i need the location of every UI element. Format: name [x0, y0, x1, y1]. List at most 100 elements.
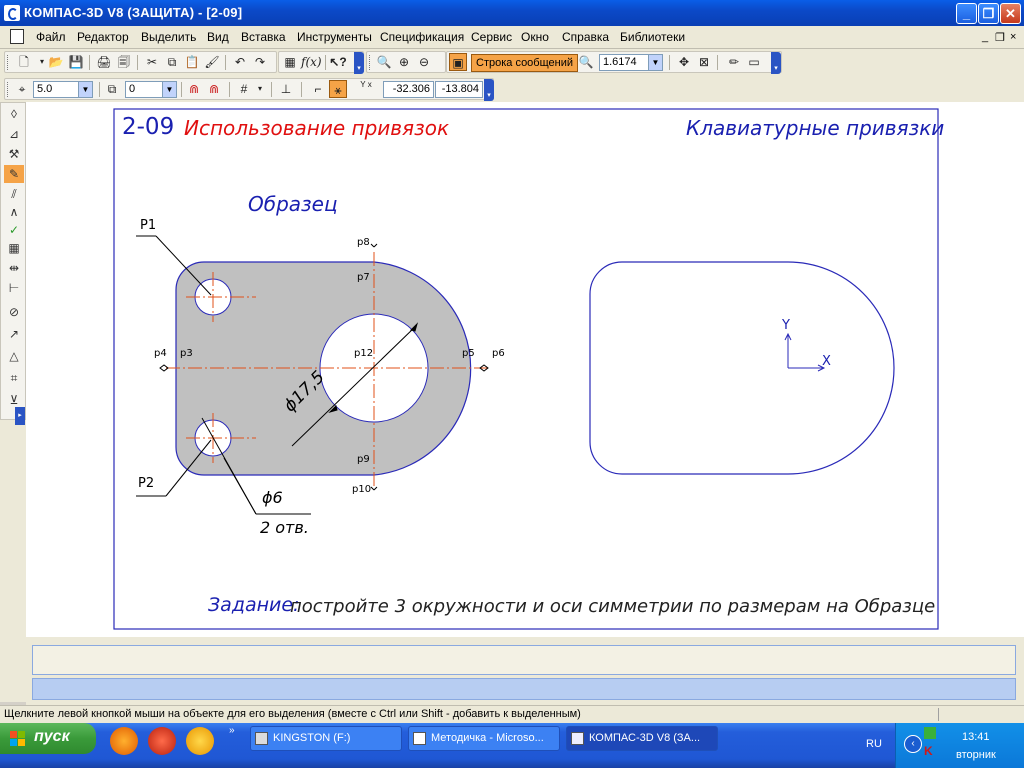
frame-icon[interactable]: ⌗	[4, 369, 24, 387]
horizontal-dim-icon[interactable]: ⊢	[4, 279, 24, 297]
open-folder-icon[interactable]: 📂	[47, 53, 65, 71]
function-icon[interactable]: f(x)	[301, 53, 322, 71]
refresh-image-icon[interactable]: ✏	[725, 53, 743, 71]
coord-y-field[interactable]: -13.804	[435, 81, 483, 98]
grid-dropdown-icon[interactable]: ▾	[251, 80, 269, 98]
tray-kaspersky-icon[interactable]: K	[924, 745, 936, 757]
toolbar-row-1: 🗋 ▾ 📂 💾 🖨 🗐 ✂ ⧉ 📋 🖌 ↶ ↷ ▦ f(x) ↖? ▾ 🔍 ⊕ …	[0, 49, 1024, 76]
measure-icon[interactable]: ⫽	[4, 185, 24, 203]
select-icon[interactable]: ✓	[4, 221, 24, 239]
doc-restore-button[interactable]: ❐	[995, 31, 1005, 44]
language-indicator[interactable]: RU	[866, 738, 882, 750]
cursor-step-combo[interactable]: 5.0 ▼	[33, 81, 93, 98]
menu-libraries[interactable]: Библиотеки	[620, 30, 685, 44]
local-cs-icon[interactable]: ⊥	[277, 80, 295, 98]
doc-minimize-button[interactable]: _	[982, 31, 988, 43]
menu-insert[interactable]: Вставка	[241, 30, 286, 44]
quicklaunch-bolt-icon[interactable]	[186, 727, 214, 755]
layer-icon[interactable]: ⧉	[103, 80, 121, 98]
toolbar-row-2: ⌖ 5.0 ▼ ⧉ 0 ▼ ⋒ ⋒ # ▾ ⊥ ⌐ ⚹ Y x -32.306 …	[0, 76, 1024, 102]
message-line-icon[interactable]: ▣	[449, 53, 467, 71]
calculator-icon[interactable]: ▦	[281, 53, 299, 71]
menu-service[interactable]: Сервис	[471, 30, 512, 44]
minimize-button[interactable]: _	[956, 3, 977, 24]
toolbar-options-icon[interactable]: ▾	[484, 79, 494, 101]
point-label-p2: P2	[138, 476, 155, 491]
snap-magnet-icon[interactable]: ⋒	[185, 80, 203, 98]
radial-dim-icon[interactable]: ↗	[4, 325, 24, 343]
show-all-icon[interactable]: ⊠	[695, 53, 713, 71]
tray-network-icon[interactable]	[924, 727, 936, 739]
menu-view[interactable]: Вид	[207, 30, 229, 44]
quicklaunch-more-icon[interactable]: »	[229, 725, 235, 736]
angle-icon[interactable]: ∧	[4, 203, 24, 221]
menu-help[interactable]: Справка	[562, 30, 609, 44]
document-icon[interactable]	[10, 29, 24, 44]
quicklaunch-app-icon[interactable]	[148, 727, 176, 755]
point-label-p5: p5	[462, 348, 475, 359]
circle-dim-icon[interactable]: ⊘	[4, 303, 24, 321]
task-kompas[interactable]: КОМПАС-3D V8 (ЗА...	[566, 726, 718, 751]
snap-tools-icon[interactable]: ✎	[4, 165, 24, 183]
undo-icon[interactable]: ↶	[231, 53, 249, 71]
menu-file[interactable]: Файл	[36, 30, 66, 44]
display-options-icon[interactable]: ▭	[745, 53, 763, 71]
new-file-icon[interactable]: 🗋	[15, 53, 33, 71]
dimensions-icon[interactable]: ⊿	[4, 125, 24, 143]
task-kingston[interactable]: KINGSTON (F:)	[250, 726, 402, 751]
spec-icon[interactable]: ▦	[4, 239, 24, 257]
redo-icon[interactable]: ↷	[251, 53, 269, 71]
message-line-button[interactable]: Строка сообщений	[471, 54, 579, 72]
clock-time[interactable]: 13:41	[962, 731, 990, 743]
ortho-mode-icon[interactable]: ⌐	[309, 80, 327, 98]
chevron-down-icon[interactable]: ▼	[162, 82, 176, 97]
zoom-out-icon[interactable]: ⊖	[415, 53, 433, 71]
paste-icon[interactable]: 📋	[183, 53, 201, 71]
cursor-step-icon[interactable]: ⌖	[13, 80, 31, 98]
toolbar-options-icon[interactable]: ▾	[771, 52, 781, 74]
properties-panel[interactable]	[32, 645, 1016, 675]
chevron-down-icon[interactable]: ▼	[78, 82, 92, 97]
menu-editor[interactable]: Редактор	[77, 30, 129, 44]
zoom-scale-icon[interactable]: 🔍	[577, 53, 595, 71]
menu-window[interactable]: Окно	[521, 30, 549, 44]
quicklaunch-autocad-icon[interactable]	[110, 727, 138, 755]
doc-close-button[interactable]: ×	[1010, 31, 1016, 43]
status-bar: Щелкните левой кнопкой мыши на объекте д…	[0, 705, 1024, 724]
kompas-app-icon[interactable]	[4, 5, 20, 21]
tray-expand-icon[interactable]: ‹	[904, 735, 922, 753]
menu-select[interactable]: Выделить	[141, 30, 196, 44]
point-label-p12: p12	[354, 348, 374, 359]
menu-specification[interactable]: Спецификация	[380, 30, 464, 44]
drawing-area[interactable]: 2-09 Использование привязок Клавиатурные…	[26, 102, 1024, 637]
parametric-mode-icon[interactable]: ⚹	[329, 80, 347, 98]
print-preview-icon[interactable]: 🗐	[115, 53, 133, 71]
pan-icon[interactable]: ✥	[675, 53, 693, 71]
chevron-down-icon[interactable]: ▼	[648, 55, 662, 70]
zoom-in-icon[interactable]: ⊕	[395, 53, 413, 71]
save-icon[interactable]: 💾	[67, 53, 85, 71]
help-pointer-icon[interactable]: ↖?	[329, 53, 347, 71]
zoom-window-icon[interactable]: 🔍	[375, 53, 393, 71]
start-button[interactable]: пуск	[0, 723, 96, 754]
task-kingston-label: KINGSTON (F:)	[273, 732, 351, 744]
toolbar-options-icon[interactable]: ▾	[354, 52, 364, 74]
print-icon[interactable]: 🖨	[95, 53, 113, 71]
format-painter-icon[interactable]: 🖌	[203, 53, 221, 71]
geometry-icon[interactable]: ◊	[4, 105, 24, 123]
local-snap-icon[interactable]: ⋒	[205, 80, 223, 98]
angular-dim-icon[interactable]: △	[4, 347, 24, 365]
layer-combo[interactable]: 0 ▼	[125, 81, 177, 98]
special-control-panel[interactable]	[32, 678, 1016, 700]
linear-dim-icon[interactable]: ⇹	[4, 259, 24, 277]
coord-x-field[interactable]: -32.306	[383, 81, 434, 98]
close-button[interactable]: ✕	[1000, 3, 1021, 24]
menu-tools[interactable]: Инструменты	[297, 30, 372, 44]
cut-icon[interactable]: ✂	[143, 53, 161, 71]
task-word-doc[interactable]: Методичка - Microso...	[408, 726, 560, 751]
zoom-scale-combo[interactable]: 1.6174 ▼	[599, 54, 663, 71]
toolbar-expand-icon[interactable]: ▸	[15, 407, 25, 425]
hammer-icon[interactable]: ⚒	[4, 145, 24, 163]
copy-icon[interactable]: ⧉	[163, 53, 181, 71]
maximize-button[interactable]: ❐	[978, 3, 999, 24]
